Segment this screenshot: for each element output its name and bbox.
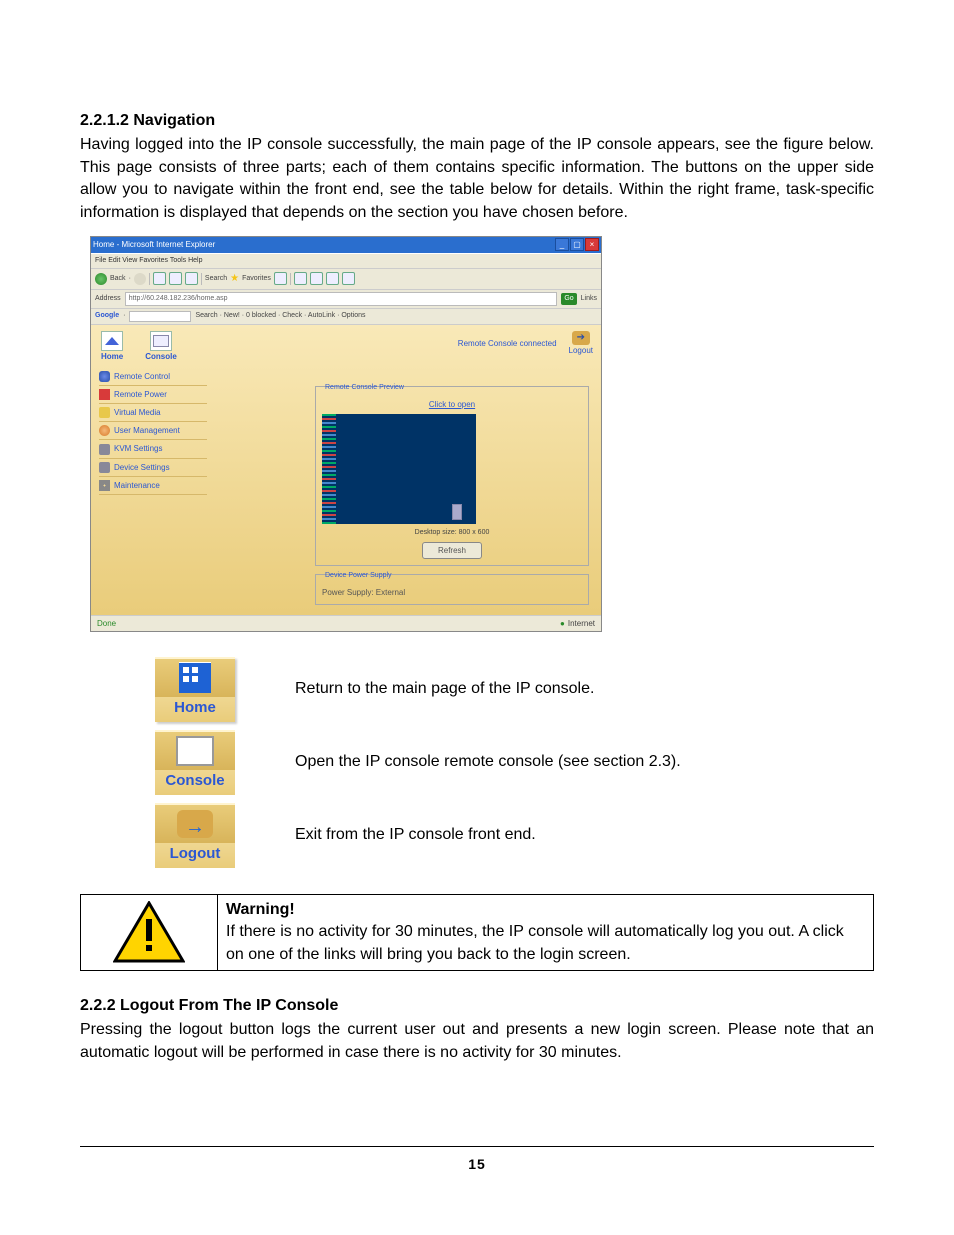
section-2212-body: Having logged into the IP console succes… [80, 134, 874, 224]
sidebar-maintenance[interactable]: Maintenance [99, 477, 207, 495]
nav-console[interactable]: Console [145, 331, 177, 362]
warning-body: If there is no activity for 30 minutes, … [226, 923, 844, 962]
warning-title: Warning! [226, 901, 295, 918]
sidebar-device-settings[interactable]: Device Settings [99, 459, 207, 477]
back-icon[interactable] [95, 273, 107, 285]
warning-box: Warning! If there is no activity for 30 … [80, 894, 874, 971]
google-toolbar: Google · Search · New! · 0 blocked · Che… [91, 309, 601, 325]
warning-icon [89, 901, 209, 963]
home-icon [179, 662, 211, 693]
remote-console-status: Remote Console connected [458, 338, 557, 349]
internet-zone-icon: ● [560, 618, 565, 629]
go-button[interactable]: Go [561, 293, 576, 305]
nav-home-label: Home [101, 351, 123, 362]
favorites-label[interactable]: Favorites [242, 274, 271, 284]
home-icon [101, 331, 123, 351]
device-power-fieldset: Device Power Supply Power Supply: Extern… [315, 574, 589, 605]
power-legend: Device Power Supply [322, 572, 395, 579]
console-preview-thumbnail[interactable] [322, 414, 476, 524]
discuss-icon[interactable] [342, 272, 355, 285]
footer-rule [80, 1146, 874, 1147]
section-2212-title: 2.2.1.2 Navigation [80, 110, 874, 132]
preview-legend: Remote Console Preview [322, 384, 407, 391]
ie-status-bar: Done ●Internet [91, 615, 601, 631]
search-label[interactable]: Search [205, 274, 227, 284]
ie-toolbar: Back · Search ★ Favorites [91, 269, 601, 290]
console-button-label: Console [155, 770, 235, 791]
remote-power-icon [99, 389, 110, 400]
maximize-button[interactable]: ▢ [570, 238, 584, 251]
remote-console-preview-fieldset: Remote Console Preview Click to open Des… [315, 386, 589, 566]
forward-icon[interactable] [134, 273, 146, 285]
logout-button[interactable]: Logout [155, 803, 235, 868]
ie-titlebar: Home - Microsoft Internet Explorer _ ▢ × [91, 237, 601, 253]
google-toolbar-items[interactable]: Search · New! · 0 blocked · Check · Auto… [195, 311, 365, 321]
home-button-label: Home [155, 697, 235, 718]
home-icon[interactable] [185, 272, 198, 285]
print-icon[interactable] [310, 272, 323, 285]
nav-home[interactable]: Home [101, 331, 123, 362]
close-button[interactable]: × [585, 238, 599, 251]
refresh-button[interactable]: Refresh [422, 542, 482, 559]
device-settings-icon [99, 462, 110, 473]
ie-address-bar: Address http://60.248.182.236/home.asp G… [91, 290, 601, 309]
status-zone: Internet [568, 618, 595, 629]
kvm-settings-icon [99, 444, 110, 455]
sidebar-remote-control[interactable]: Remote Control [99, 368, 207, 386]
power-supply-text: Power Supply: External [322, 587, 582, 598]
sidebar-kvm-settings[interactable]: KVM Settings [99, 440, 207, 458]
history-icon[interactable] [274, 272, 287, 285]
console-button[interactable]: Console [155, 730, 235, 795]
maintenance-icon [99, 480, 110, 491]
ie-menubar[interactable]: File Edit View Favorites Tools Help [91, 253, 601, 269]
remote-control-icon [99, 371, 110, 382]
logout-icon[interactable]: ➔ [572, 331, 590, 345]
status-done: Done [97, 618, 116, 629]
nav-logout-label: Logout [569, 345, 593, 356]
address-label: Address [95, 294, 121, 304]
sidebar-remote-power[interactable]: Remote Power [99, 386, 207, 404]
minimize-button[interactable]: _ [555, 238, 569, 251]
page-number: 15 [0, 1155, 954, 1175]
virtual-media-icon [99, 407, 110, 418]
edit-icon[interactable] [326, 272, 339, 285]
preview-open-link[interactable]: Click to open [322, 399, 582, 410]
ie-screenshot: Home - Microsoft Internet Explorer _ ▢ ×… [90, 236, 602, 632]
console-button-desc: Open the IP console remote console (see … [295, 751, 681, 773]
logout-button-label: Logout [155, 843, 235, 864]
address-input[interactable]: http://60.248.182.236/home.asp [125, 292, 558, 306]
refresh-icon[interactable] [169, 272, 182, 285]
home-button-desc: Return to the main page of the IP consol… [295, 678, 594, 700]
stop-icon[interactable] [153, 272, 166, 285]
console-icon [176, 736, 214, 766]
google-search-input[interactable] [129, 311, 191, 322]
sidebar-menu: Remote Control Remote Power Virtual Medi… [99, 368, 207, 495]
favorites-icon[interactable]: ★ [230, 272, 239, 286]
sidebar-user-management[interactable]: User Management [99, 422, 207, 440]
user-management-icon [99, 425, 110, 436]
home-button[interactable]: Home [155, 657, 235, 722]
back-label: Back [110, 274, 126, 284]
section-222-title: 2.2.2 Logout From The IP Console [80, 995, 874, 1017]
sidebar-virtual-media[interactable]: Virtual Media [99, 404, 207, 422]
section-222-body: Pressing the logout button logs the curr… [80, 1019, 874, 1064]
console-icon [150, 331, 172, 351]
nav-console-label: Console [145, 351, 177, 362]
mail-icon[interactable] [294, 272, 307, 285]
logout-icon [177, 810, 213, 838]
links-label[interactable]: Links [581, 294, 597, 304]
ie-window-title: Home - Microsoft Internet Explorer [93, 239, 554, 250]
google-brand: Google [95, 311, 119, 321]
desktop-size-label: Desktop size: 800 x 600 [322, 528, 582, 538]
logout-button-desc: Exit from the IP console front end. [295, 824, 536, 846]
